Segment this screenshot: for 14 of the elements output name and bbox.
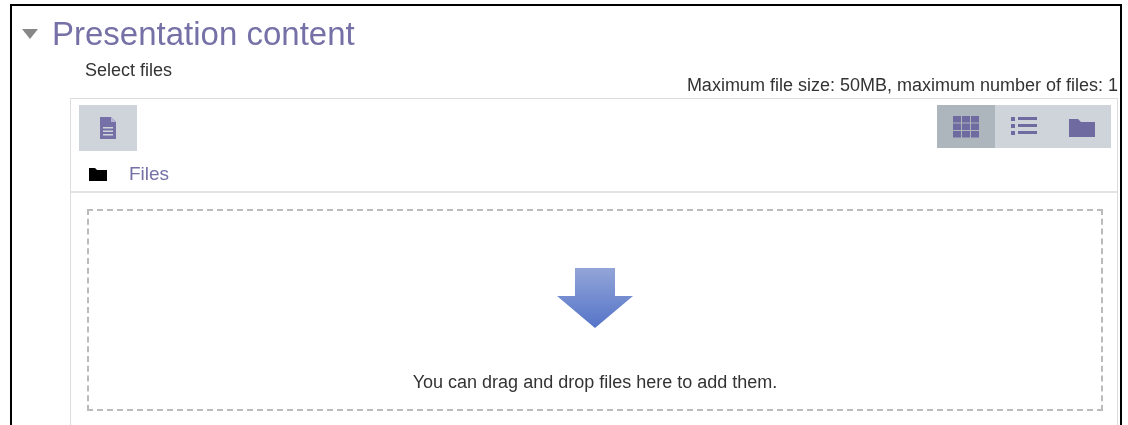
drop-instructions: You can drag and drop files here to add them. [412, 372, 778, 393]
grid-icon [953, 115, 979, 138]
folder-icon [89, 167, 107, 181]
collapse-caret-icon[interactable] [22, 29, 38, 39]
path-link[interactable]: Files [129, 163, 170, 185]
file-limits-text: Maximum file size: 50MB, maximum number of files: 1 [686, 75, 1118, 96]
add-file-button[interactable] [79, 105, 137, 151]
view-toggle-button[interactable] [937, 105, 995, 148]
field-label: Select files [85, 60, 174, 81]
section-title: Presentation content [52, 14, 355, 54]
document-icon [100, 117, 116, 139]
folder-icon [1069, 116, 1095, 137]
list-icon [1011, 116, 1037, 137]
drop-zone[interactable]: You can drag and drop files here to add them. [87, 209, 1103, 411]
